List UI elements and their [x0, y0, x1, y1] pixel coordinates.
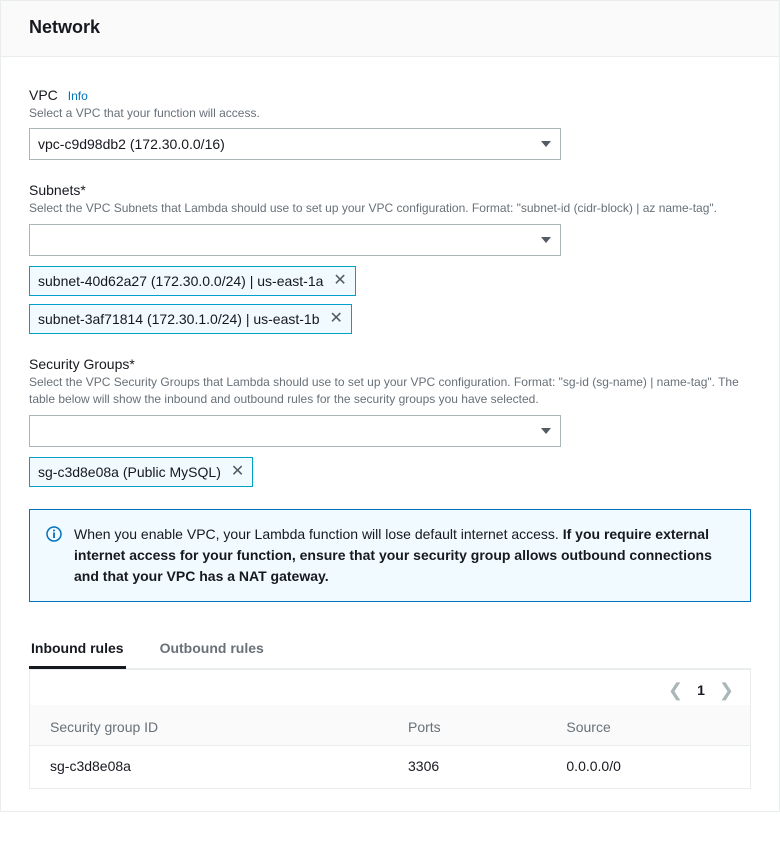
subnet-token: subnet-3af71814 (172.30.1.0/24) | us-eas…: [29, 304, 352, 334]
security-groups-field: Security Groups* Select the VPC Security…: [29, 356, 751, 487]
subnets-tokens: subnet-40d62a27 (172.30.0.0/24) | us-eas…: [29, 266, 751, 334]
subnets-field: Subnets* Select the VPC Subnets that Lam…: [29, 182, 751, 333]
inbound-rules-table: Security group ID Ports Source sg-c3d8e0…: [30, 705, 750, 788]
page-next-icon[interactable]: ❯: [719, 680, 734, 701]
vpc-select-value: vpc-c9d98db2 (172.30.0.0/16): [38, 136, 225, 152]
vpc-label-text: VPC: [29, 87, 58, 103]
security-group-token-label: sg-c3d8e08a (Public MySQL): [38, 464, 221, 480]
subnets-select[interactable]: [29, 224, 561, 256]
close-icon[interactable]: ✕: [333, 273, 346, 289]
vpc-label: VPC Info: [29, 87, 751, 103]
column-ports: Ports: [390, 705, 548, 746]
page-prev-icon[interactable]: ❮: [668, 680, 683, 701]
subnets-label: Subnets*: [29, 182, 751, 198]
table-row: sg-c3d8e08a 3306 0.0.0.0/0: [30, 745, 750, 788]
panel-title: Network: [29, 17, 751, 38]
panel-body: VPC Info Select a VPC that your function…: [1, 57, 779, 811]
cell-source: 0.0.0.0/0: [548, 745, 750, 788]
table-pagination: ❮ 1 ❯: [30, 670, 750, 705]
vpc-internet-alert: When you enable VPC, your Lambda functio…: [29, 509, 751, 602]
chevron-down-icon: [541, 141, 551, 147]
rules-table-card: ❮ 1 ❯ Security group ID Ports Source sg-…: [29, 669, 751, 789]
security-group-token: sg-c3d8e08a (Public MySQL) ✕: [29, 457, 253, 487]
vpc-info-link[interactable]: Info: [68, 89, 88, 103]
subnets-label-text: Subnets*: [29, 182, 86, 198]
page-number: 1: [697, 682, 705, 698]
subnet-token: subnet-40d62a27 (172.30.0.0/24) | us-eas…: [29, 266, 356, 296]
close-icon[interactable]: ✕: [330, 311, 343, 327]
cell-security-group-id: sg-c3d8e08a: [30, 745, 390, 788]
security-groups-label-text: Security Groups*: [29, 356, 135, 372]
chevron-down-icon: [541, 237, 551, 243]
subnet-token-label: subnet-3af71814 (172.30.1.0/24) | us-eas…: [38, 311, 320, 327]
info-icon: [46, 526, 62, 542]
security-groups-description: Select the VPC Security Groups that Lamb…: [29, 374, 751, 409]
column-security-group-id: Security group ID: [30, 705, 390, 746]
table-header-row: Security group ID Ports Source: [30, 705, 750, 746]
panel-header: Network: [1, 1, 779, 57]
chevron-down-icon: [541, 428, 551, 434]
security-groups-tokens: sg-c3d8e08a (Public MySQL) ✕: [29, 457, 751, 487]
network-panel: Network VPC Info Select a VPC that your …: [0, 0, 780, 812]
security-groups-select[interactable]: [29, 415, 561, 447]
close-icon[interactable]: ✕: [231, 464, 244, 480]
tab-outbound-rules[interactable]: Outbound rules: [158, 630, 266, 668]
rules-tabs: Inbound rules Outbound rules: [29, 630, 751, 669]
tab-inbound-rules[interactable]: Inbound rules: [29, 630, 126, 668]
alert-text: When you enable VPC, your Lambda functio…: [74, 524, 734, 587]
alert-text-prefix: When you enable VPC, your Lambda functio…: [74, 526, 563, 542]
vpc-description: Select a VPC that your function will acc…: [29, 105, 751, 122]
vpc-select[interactable]: vpc-c9d98db2 (172.30.0.0/16): [29, 128, 561, 160]
subnets-description: Select the VPC Subnets that Lambda shoul…: [29, 200, 751, 217]
cell-ports: 3306: [390, 745, 548, 788]
subnet-token-label: subnet-40d62a27 (172.30.0.0/24) | us-eas…: [38, 273, 323, 289]
column-source: Source: [548, 705, 750, 746]
vpc-field: VPC Info Select a VPC that your function…: [29, 87, 751, 160]
security-groups-label: Security Groups*: [29, 356, 751, 372]
